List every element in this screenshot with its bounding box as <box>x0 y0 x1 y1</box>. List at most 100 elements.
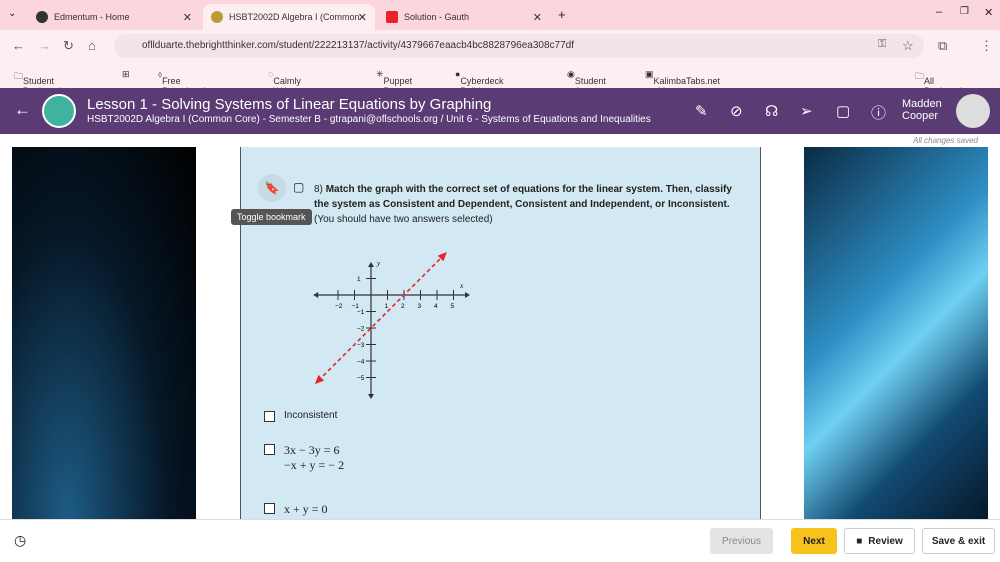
x-axis-arrow-right <box>465 292 470 298</box>
restore-button[interactable]: ❐ <box>960 6 969 17</box>
tab-title: Edmentum - Home <box>54 12 130 22</box>
option-equations-1[interactable]: 3x − 3y = 6 −x + y = − 2 <box>264 443 344 473</box>
school-favicon <box>211 11 223 23</box>
y-tick-label: −4 <box>357 359 365 366</box>
x-tick-label: 4 <box>434 303 438 310</box>
bookmark-student-bookmarks[interactable]: 🗀 Student Bookmarks <box>14 69 68 96</box>
x-tick-label: 5 <box>451 303 455 310</box>
graph: yx−2 −1 1 2 3 4 51−1−2−3−4−5 <box>313 252 470 399</box>
tab-title: Solution - Gauth <box>404 12 470 22</box>
extensions-icon[interactable]: ⧉ <box>938 38 947 54</box>
option-equations-2[interactable]: x + y = 0 <box>264 502 328 517</box>
password-key-icon[interactable]: ⚿ <box>878 38 886 51</box>
bookmark-student-app[interactable]: ◉ Student App <box>567 69 606 96</box>
lesson-title: Lesson 1 - Solving Systems of Linear Equ… <box>87 96 492 113</box>
timer-icon[interactable]: ◷ <box>14 532 26 549</box>
note-icon[interactable]: ▢ <box>293 180 304 194</box>
new-tab-button[interactable]: + <box>558 7 566 22</box>
x-tick-label: −2 <box>335 303 343 310</box>
background-image-right <box>804 147 988 519</box>
dashed-line <box>317 254 445 382</box>
bookmark-icon: ■ <box>856 535 863 547</box>
reload-icon[interactable]: ↻ <box>63 38 74 54</box>
y-tick-label: −5 <box>357 375 365 382</box>
question-prompt: Match the graph with the correct set of … <box>314 184 732 210</box>
y-tick-label: −1 <box>357 309 365 316</box>
text-to-speech-icon[interactable]: ☊ <box>765 102 778 120</box>
previous-button[interactable]: Previous <box>710 528 773 554</box>
home-icon[interactable]: ⌂ <box>88 38 96 53</box>
checkbox[interactable] <box>264 411 275 422</box>
equation: 3x − 3y = 6 <box>284 443 340 457</box>
help-icon[interactable]: ⓘ <box>871 102 886 123</box>
all-bookmarks[interactable]: 🗀 All Bookmarks <box>915 69 969 96</box>
close-window-button[interactable]: ✕ <box>984 6 993 19</box>
bookmark-free-paraphrasing[interactable]: ⬨ Free Paraphrasing... <box>158 69 223 96</box>
footer: ◷ Previous Next ■ Review Save & exit <box>0 519 1000 562</box>
save-status: All changes saved <box>913 136 978 145</box>
url-text: ofllduarte.thebrightthinker.com/student/… <box>142 40 574 51</box>
y-tick-label: −3 <box>357 342 365 349</box>
forward-icon[interactable]: → <box>38 38 51 53</box>
equation: −x + y = − 2 <box>284 458 345 472</box>
bookmarks-bar: 🗀 Student Bookmarks ⊞ ⬨ Free Paraphrasin… <box>0 62 1000 106</box>
option-inconsistent[interactable]: Inconsistent <box>264 410 337 422</box>
tab-search-icon[interactable]: ⌄ <box>8 8 16 19</box>
x-tick-label: 1 <box>385 303 389 310</box>
minimize-button[interactable]: – <box>936 6 942 18</box>
lesson-header: ← Lesson 1 - Solving Systems of Linear E… <box>0 88 1000 134</box>
bookmark-button[interactable]: 🔖 <box>258 174 286 202</box>
equation: x + y = 0 <box>284 502 328 516</box>
y-axis-arrow-up <box>368 262 374 267</box>
note-icon[interactable]: ▢ <box>836 102 850 120</box>
tab-strip: ⌄ Edmentum - Home ✕ HSBT2002D Algebra I (… <box>0 0 1000 30</box>
question-text: 8) Match the graph with the correct set … <box>314 182 744 227</box>
y-tick-label: −2 <box>357 326 365 333</box>
checkbox[interactable] <box>264 444 275 455</box>
close-icon[interactable]: ✕ <box>183 11 192 24</box>
question-number: 8) <box>314 184 323 195</box>
user-first: Madden <box>902 98 942 110</box>
url-input[interactable]: ofllduarte.thebrightthinker.com/student/… <box>114 34 924 58</box>
save-exit-button[interactable]: Save & exit <box>922 528 995 554</box>
lesson-logo <box>42 94 76 128</box>
bookmark-cyberdeck[interactable]: ● Cyberdeck Build Gui... <box>455 69 503 106</box>
bookmark-calmly-writer[interactable]: ◌ Calmly Writer Online <box>268 69 301 106</box>
menu-icon[interactable]: ⋮ <box>980 38 993 54</box>
close-icon[interactable]: ✕ <box>358 11 367 24</box>
block-icon[interactable]: ⊘ <box>730 102 743 120</box>
y-axis-arrow-down <box>368 394 374 399</box>
next-button[interactable]: Next <box>791 528 837 554</box>
back-icon[interactable]: ← <box>12 38 25 53</box>
avatar[interactable] <box>956 94 990 128</box>
x-axis-label: x <box>459 282 464 290</box>
back-arrow-icon[interactable]: ← <box>14 100 31 120</box>
background-image-left <box>12 147 196 519</box>
send-icon[interactable]: ➢ <box>800 102 813 120</box>
tab-algebra[interactable]: HSBT2002D Algebra I (Common ✕ <box>203 4 375 30</box>
option-label: Inconsistent <box>284 410 338 421</box>
star-icon[interactable]: ☆ <box>902 38 914 54</box>
question-instruction: (You should have two answers selected) <box>314 214 493 225</box>
bookmark-icon: 🔖 <box>264 181 280 195</box>
y-axis-label: y <box>376 259 381 267</box>
question-panel: 🔖 ▢ Toggle bookmark 8) Match the graph w… <box>231 147 761 519</box>
pen-icon[interactable]: ✎ <box>695 102 708 120</box>
tab-title: HSBT2002D Algebra I (Common <box>229 12 360 22</box>
user-name[interactable]: Madden Cooper <box>902 98 942 122</box>
apps-icon[interactable]: ⊞ <box>122 69 130 80</box>
close-icon[interactable]: ✕ <box>533 11 542 24</box>
edmentum-favicon <box>36 11 48 23</box>
bookmark-puppet-pets[interactable]: ✳ Puppet Pets <box>376 69 412 96</box>
bookmark-kalimbatabs[interactable]: ▣ KalimbaTabs.net - Y... <box>645 69 720 96</box>
checkbox[interactable] <box>264 503 275 514</box>
user-last: Cooper <box>902 110 939 122</box>
tooltip: Toggle bookmark <box>231 209 312 225</box>
review-label: Review <box>868 535 903 547</box>
address-bar: ← → ↻ ⌂ ofllduarte.thebrightthinker.com/… <box>0 30 1000 62</box>
tab-edmentum[interactable]: Edmentum - Home ✕ <box>28 4 200 30</box>
y-tick-label: 1 <box>357 276 361 283</box>
tab-gauth[interactable]: Solution - Gauth ✕ <box>378 4 550 30</box>
x-axis-arrow-left <box>313 292 319 298</box>
review-button[interactable]: ■ Review <box>844 528 915 554</box>
